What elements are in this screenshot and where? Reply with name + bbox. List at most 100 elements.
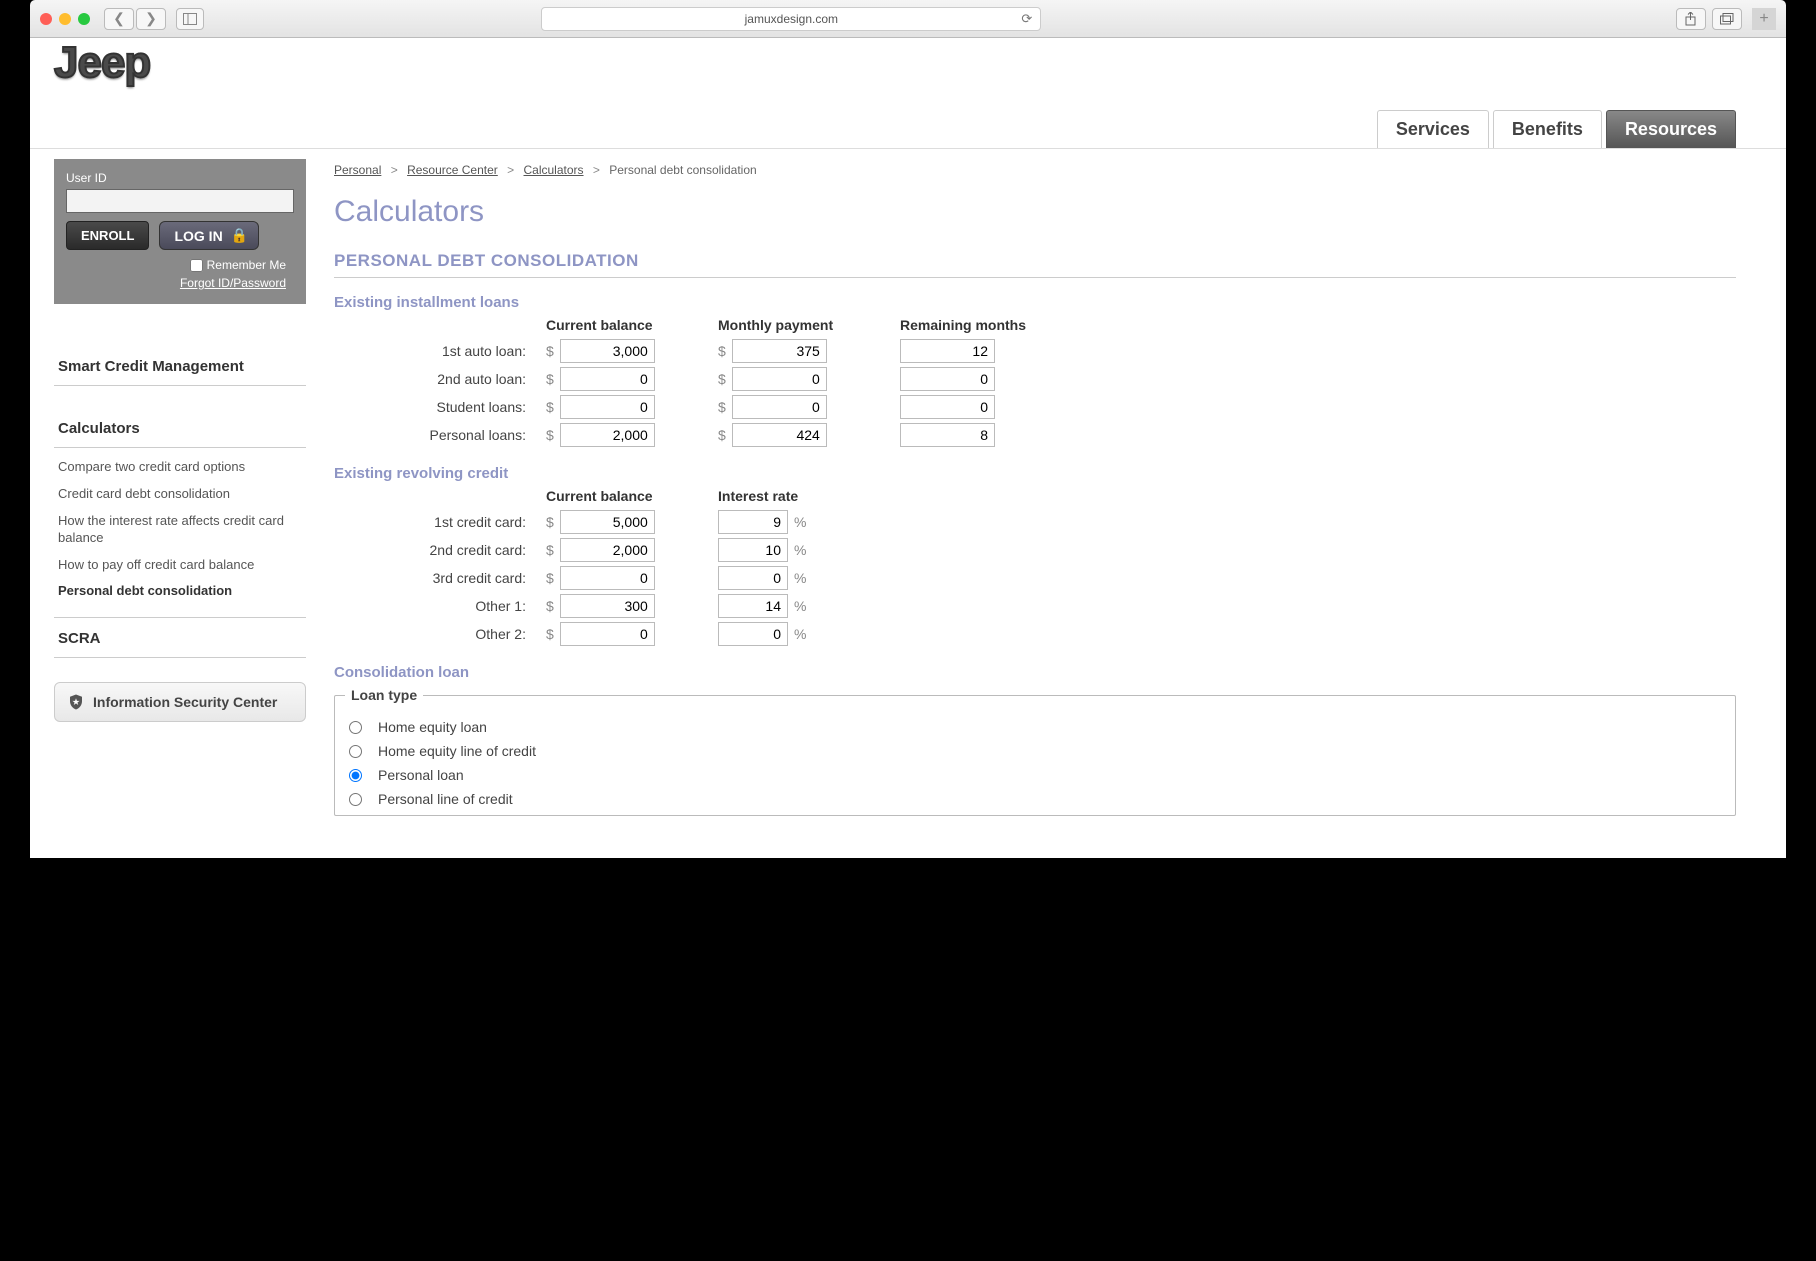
sidebar-link-personal-debt[interactable]: Personal debt consolidation (58, 578, 302, 605)
enroll-button[interactable]: ENROLL (66, 221, 149, 250)
installment-title: Existing installment loans (334, 294, 1736, 311)
rev-2-rate[interactable] (718, 566, 788, 590)
breadcrumb: Personal > Resource Center > Calculators… (334, 159, 1736, 195)
sidebar-link-compare[interactable]: Compare two credit card options (58, 454, 302, 481)
row-label: Personal loans: (334, 427, 534, 443)
inst-2-remaining[interactable] (900, 395, 995, 419)
inst-3-remaining[interactable] (900, 423, 995, 447)
sidebar-smart-credit[interactable]: Smart Credit Management (54, 344, 306, 386)
forgot-link[interactable]: Forgot ID/Password (66, 276, 294, 290)
sidebar-scra[interactable]: SCRA (54, 617, 306, 658)
rev-2-balance[interactable] (560, 566, 655, 590)
login-button-label: LOG IN (174, 228, 222, 244)
back-button[interactable]: ❮ (104, 8, 134, 30)
inst-3-monthly[interactable] (732, 423, 827, 447)
installment-grid: Current balance Monthly payment Remainin… (334, 317, 1736, 447)
col-remaining: Remaining months (900, 317, 1070, 335)
dollar-icon: $ (546, 542, 554, 558)
inst-0-balance[interactable] (560, 339, 655, 363)
row-label: 1st credit card: (334, 514, 534, 530)
show-sidebar-button[interactable] (176, 8, 204, 30)
loan-type-legend: Loan type (345, 687, 423, 703)
forward-button[interactable]: ❯ (136, 8, 166, 30)
col-balance: Current balance (546, 317, 706, 335)
close-window-icon[interactable] (40, 13, 52, 25)
inst-3-balance[interactable] (560, 423, 655, 447)
row-label: 3rd credit card: (334, 570, 534, 586)
share-button[interactable] (1676, 8, 1706, 30)
radio-label: Home equity line of credit (378, 743, 536, 759)
remember-me-label: Remember Me (207, 258, 286, 272)
radio-personal-loan[interactable] (349, 769, 362, 782)
sidebar-link-payoff[interactable]: How to pay off credit card balance (58, 552, 302, 579)
radio-home-equity-loan[interactable] (349, 721, 362, 734)
sidebar-link-interest-rate[interactable]: How the interest rate affects credit car… (58, 508, 302, 552)
breadcrumb-calculators[interactable]: Calculators (524, 163, 584, 177)
maximize-window-icon[interactable] (78, 13, 90, 25)
minimize-window-icon[interactable] (59, 13, 71, 25)
inst-1-remaining[interactable] (900, 367, 995, 391)
row-label: 1st auto loan: (334, 343, 534, 359)
inst-0-remaining[interactable] (900, 339, 995, 363)
percent-icon: % (794, 542, 806, 558)
inst-0-monthly[interactable] (732, 339, 827, 363)
consolidation-title: Consolidation loan (334, 664, 1736, 681)
inst-2-balance[interactable] (560, 395, 655, 419)
breadcrumb-personal[interactable]: Personal (334, 163, 381, 177)
inst-2-monthly[interactable] (732, 395, 827, 419)
percent-icon: % (794, 598, 806, 614)
section-heading: PERSONAL DEBT CONSOLIDATION (334, 251, 1736, 278)
percent-icon: % (794, 570, 806, 586)
window-controls (40, 13, 90, 25)
browser-chrome: ❮ ❯ jamuxdesign.com ⟳ + (30, 0, 1786, 38)
rev-4-rate[interactable] (718, 622, 788, 646)
rev-3-rate[interactable] (718, 594, 788, 618)
isc-button[interactable]: Information Security Center (54, 682, 306, 722)
user-id-label: User ID (66, 171, 107, 185)
rev-3-balance[interactable] (560, 594, 655, 618)
radio-label: Personal line of credit (378, 791, 513, 807)
tabs-button[interactable] (1712, 8, 1742, 30)
login-button[interactable]: LOG IN 🔒 (159, 221, 259, 250)
dollar-icon: $ (546, 598, 554, 614)
remember-me-checkbox[interactable] (190, 259, 203, 272)
dollar-icon: $ (546, 371, 554, 387)
address-bar[interactable]: jamuxdesign.com ⟳ (541, 7, 1041, 31)
dollar-icon: $ (546, 626, 554, 642)
row-label: Student loans: (334, 399, 534, 415)
tab-benefits[interactable]: Benefits (1493, 110, 1602, 148)
row-label: 2nd credit card: (334, 542, 534, 558)
rev-0-rate[interactable] (718, 510, 788, 534)
breadcrumb-resource-center[interactable]: Resource Center (407, 163, 498, 177)
lock-icon: 🔒 (231, 227, 248, 244)
sidebar-calculators-title[interactable]: Calculators (54, 406, 306, 448)
revolving-title: Existing revolving credit (334, 465, 1736, 482)
rev-0-balance[interactable] (560, 510, 655, 534)
dollar-icon: $ (546, 343, 554, 359)
brand-logo: Jeep (54, 38, 150, 88)
radio-heloc[interactable] (349, 745, 362, 758)
inst-1-monthly[interactable] (732, 367, 827, 391)
login-box: User ID ENROLL LOG IN 🔒 Remember Me Forg… (54, 159, 306, 304)
top-nav-tabs: Services Benefits Resources (30, 110, 1786, 149)
dollar-icon: $ (546, 399, 554, 415)
percent-icon: % (794, 626, 806, 642)
rev-1-rate[interactable] (718, 538, 788, 562)
row-label: Other 2: (334, 626, 534, 642)
left-sidebar: User ID ENROLL LOG IN 🔒 Remember Me Forg… (54, 159, 306, 816)
radio-label: Home equity loan (378, 719, 487, 735)
sidebar-link-cc-debt[interactable]: Credit card debt consolidation (58, 481, 302, 508)
dollar-icon: $ (718, 427, 726, 443)
user-id-input[interactable] (66, 189, 294, 213)
rev-1-balance[interactable] (560, 538, 655, 562)
radio-label: Personal loan (378, 767, 464, 783)
reload-icon[interactable]: ⟳ (1021, 11, 1032, 27)
tab-resources[interactable]: Resources (1606, 110, 1736, 148)
col-balance: Current balance (546, 488, 706, 506)
new-tab-button[interactable]: + (1752, 8, 1776, 30)
url-text: jamuxdesign.com (745, 12, 838, 26)
tab-services[interactable]: Services (1377, 110, 1489, 148)
rev-4-balance[interactable] (560, 622, 655, 646)
inst-1-balance[interactable] (560, 367, 655, 391)
radio-personal-loc[interactable] (349, 793, 362, 806)
